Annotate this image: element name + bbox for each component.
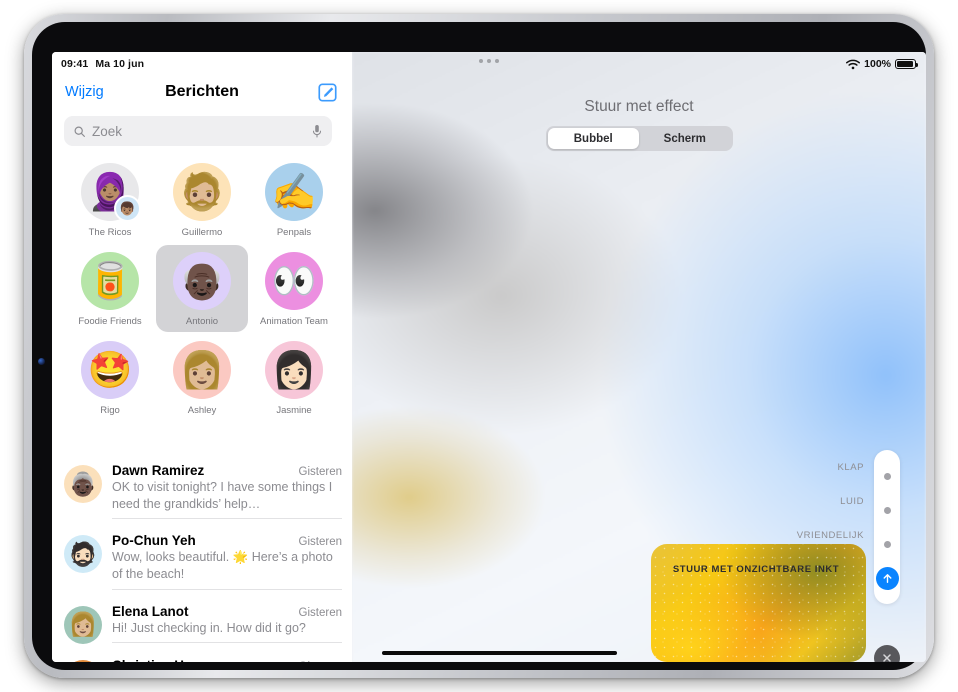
device-frame: Stuur met effect Bubbel Scherm KLAP LUID… bbox=[24, 14, 934, 678]
effect-picker-panel: Stuur met effect Bubbel Scherm KLAP LUID… bbox=[352, 52, 926, 662]
effect-title: Stuur met effect bbox=[584, 98, 694, 115]
pinned-conversation-label: Penpals bbox=[276, 227, 312, 238]
search-icon bbox=[74, 126, 85, 137]
pinned-conversation-penpals[interactable]: ✍️ Penpals bbox=[248, 156, 340, 243]
pinned-conversation-guillermo[interactable]: 🧔🏼 Guillermo bbox=[156, 156, 248, 243]
conversation-topline: Christine Huang Gisteren bbox=[112, 658, 342, 663]
effect-option-labels: KLAP LUID VRIENDELIJK STUUR MET ONZICHTB… bbox=[646, 450, 866, 586]
tab-scherm[interactable]: Scherm bbox=[639, 128, 731, 149]
effect-dot-klap[interactable] bbox=[874, 459, 900, 493]
pinned-conversation-label: Jasmine bbox=[276, 405, 312, 416]
conversation-timestamp: Gisteren bbox=[298, 536, 342, 549]
effect-label-onzichtbare-inkt[interactable]: STUUR MET ONZICHTBARE INKT bbox=[646, 552, 866, 586]
pinned-conversation-label: Animation Team bbox=[260, 316, 328, 327]
pinned-conversation-foodie-friends[interactable]: 🥫 Foodie Friends bbox=[64, 245, 156, 332]
effect-label-luid[interactable]: LUID bbox=[646, 484, 866, 518]
avatar: 👩🏽 bbox=[64, 659, 102, 662]
effect-label-vriendelijk[interactable]: VRIENDELIJK bbox=[646, 518, 866, 552]
avatar: 👩🏼 bbox=[64, 605, 102, 644]
conversation-name: Dawn Ramirez bbox=[112, 463, 205, 478]
avatar: 👩🏻 bbox=[265, 341, 323, 399]
pinned-conversation-label: Guillermo bbox=[181, 227, 223, 238]
sidebar-navigation-bar: Wijzig Berichten bbox=[52, 76, 352, 118]
avatar: 👩🏼 bbox=[173, 341, 231, 399]
send-button[interactable] bbox=[874, 561, 900, 595]
conversation-body: Christine HuangGisterenMe too, haha. See… bbox=[112, 658, 342, 663]
conversation-timestamp: Gisteren bbox=[298, 606, 342, 619]
avatar: 🧔🏻 bbox=[64, 535, 102, 574]
pinned-conversations-grid: 🧕🏽 👦🏽 The Ricos 🧔🏼 Guillermo ✍️ Penpals 🥫 Foodie… bbox=[64, 156, 340, 421]
conversation-row[interactable]: 👩🏽Christine HuangGisterenMe too, haha. S… bbox=[52, 651, 352, 663]
effect-dot-luid[interactable] bbox=[874, 493, 900, 527]
search-placeholder: Zoek bbox=[92, 123, 123, 139]
messages-sidebar: Wijzig Berichten Zoek 🧕🏽 👦🏽 The Ricos 🧔🏼… bbox=[52, 52, 352, 662]
avatar: 🤩 bbox=[81, 341, 139, 399]
microphone-icon[interactable] bbox=[311, 124, 323, 139]
send-arrow-up-icon bbox=[875, 566, 899, 590]
avatar: 🧕🏽 👦🏽 bbox=[81, 163, 141, 222]
conversation-body: Elena Lanot Gisteren Hi! Just checking in.… bbox=[112, 604, 342, 644]
avatar: 🧔🏼 bbox=[173, 163, 231, 221]
conversation-name: Po-Chun Yeh bbox=[112, 533, 196, 549]
front-camera-icon bbox=[38, 358, 45, 365]
device-bezel: Stuur met effect Bubbel Scherm KLAP LUID… bbox=[32, 22, 926, 670]
conversation-row[interactable]: 🧔🏻 Po-Chun Yeh Gisteren Wow, looks beautifu… bbox=[52, 526, 352, 596]
compose-button[interactable] bbox=[317, 82, 338, 103]
pinned-conversation-animation-team[interactable]: 👀 Animation Team bbox=[248, 245, 340, 332]
pinned-conversation-ashley[interactable]: 👩🏼 Ashley bbox=[156, 334, 248, 421]
avatar: 👴🏿 bbox=[173, 252, 231, 310]
conversation-topline: Po-Chun Yeh Gisteren bbox=[112, 533, 342, 548]
screen: Stuur met effect Bubbel Scherm KLAP LUID… bbox=[52, 52, 926, 662]
pinned-conversation-jasmine[interactable]: 👩🏻 Jasmine bbox=[248, 334, 340, 421]
conversation-timestamp: Gisteren bbox=[298, 466, 342, 478]
conversation-topline: Elena Lanot Gisteren bbox=[112, 604, 342, 619]
avatar: 👀 bbox=[265, 252, 323, 310]
effect-selector-rail[interactable] bbox=[874, 450, 900, 604]
list-separator bbox=[112, 642, 342, 644]
conversation-body: Po-Chun Yeh Gisteren Wow, looks beautiful.… bbox=[112, 533, 342, 590]
pinned-conversation-label: Rigo bbox=[100, 405, 120, 416]
list-separator bbox=[112, 588, 342, 590]
conversation-name: Christine Huang bbox=[112, 658, 216, 663]
tab-bubbel[interactable]: Bubbel bbox=[547, 128, 639, 149]
search-input[interactable]: Zoek bbox=[64, 116, 332, 146]
effect-header: Stuur met effect Bubbel Scherm bbox=[352, 98, 926, 151]
pinned-conversation-label: The Ricos bbox=[88, 227, 132, 238]
avatar: 👵🏿 bbox=[64, 465, 102, 503]
pinned-conversation-rigo[interactable]: 🤩 Rigo bbox=[64, 334, 156, 421]
pinned-conversation-label: Foodie Friends bbox=[78, 316, 142, 327]
compose-icon bbox=[318, 83, 337, 102]
conversation-preview: OK to visit tonight? I have some things … bbox=[112, 480, 333, 511]
effect-label-klap[interactable]: KLAP bbox=[646, 450, 866, 484]
list-separator bbox=[112, 518, 342, 520]
conversation-body: Dawn Ramirez Gisteren OK to visit tonight?… bbox=[112, 463, 342, 520]
pinned-conversation-label: Ashley bbox=[187, 405, 217, 416]
pinned-conversation-the-ricos[interactable]: 🧕🏽 👦🏽 The Ricos bbox=[64, 156, 156, 243]
conversation-name: Elena Lanot bbox=[112, 603, 189, 619]
home-indicator[interactable] bbox=[382, 651, 617, 655]
conversation-row[interactable]: 👩🏼 Elena Lanot Gisteren Hi! Just checking i… bbox=[52, 597, 352, 651]
conversation-preview: Hi! Just checking in. How did it go? bbox=[112, 620, 306, 635]
avatar-secondary: 👦🏽 bbox=[114, 195, 141, 222]
avatar: 🥫 bbox=[81, 252, 139, 310]
conversation-preview: Wow, looks beautiful. 🌟 Here’s a photo o… bbox=[112, 550, 333, 581]
effect-dot-vriendelijk[interactable] bbox=[874, 527, 900, 561]
conversation-timestamp: Gisteren bbox=[299, 661, 342, 663]
conversation-topline: Dawn Ramirez Gisteren bbox=[112, 463, 342, 478]
pinned-conversation-antonio[interactable]: 👴🏿 Antonio bbox=[156, 245, 248, 332]
conversation-list: 👵🏿 Dawn Ramirez Gisteren OK to visit tonigh… bbox=[52, 456, 352, 662]
effect-type-segmented-control[interactable]: Bubbel Scherm bbox=[545, 126, 733, 151]
close-x-icon bbox=[883, 654, 891, 662]
page-title: Berichten bbox=[165, 83, 239, 100]
conversation-row[interactable]: 👵🏿 Dawn Ramirez Gisteren OK to visit tonigh… bbox=[52, 456, 352, 526]
avatar: ✍️ bbox=[265, 163, 323, 221]
pinned-conversation-label: Antonio bbox=[185, 316, 219, 327]
